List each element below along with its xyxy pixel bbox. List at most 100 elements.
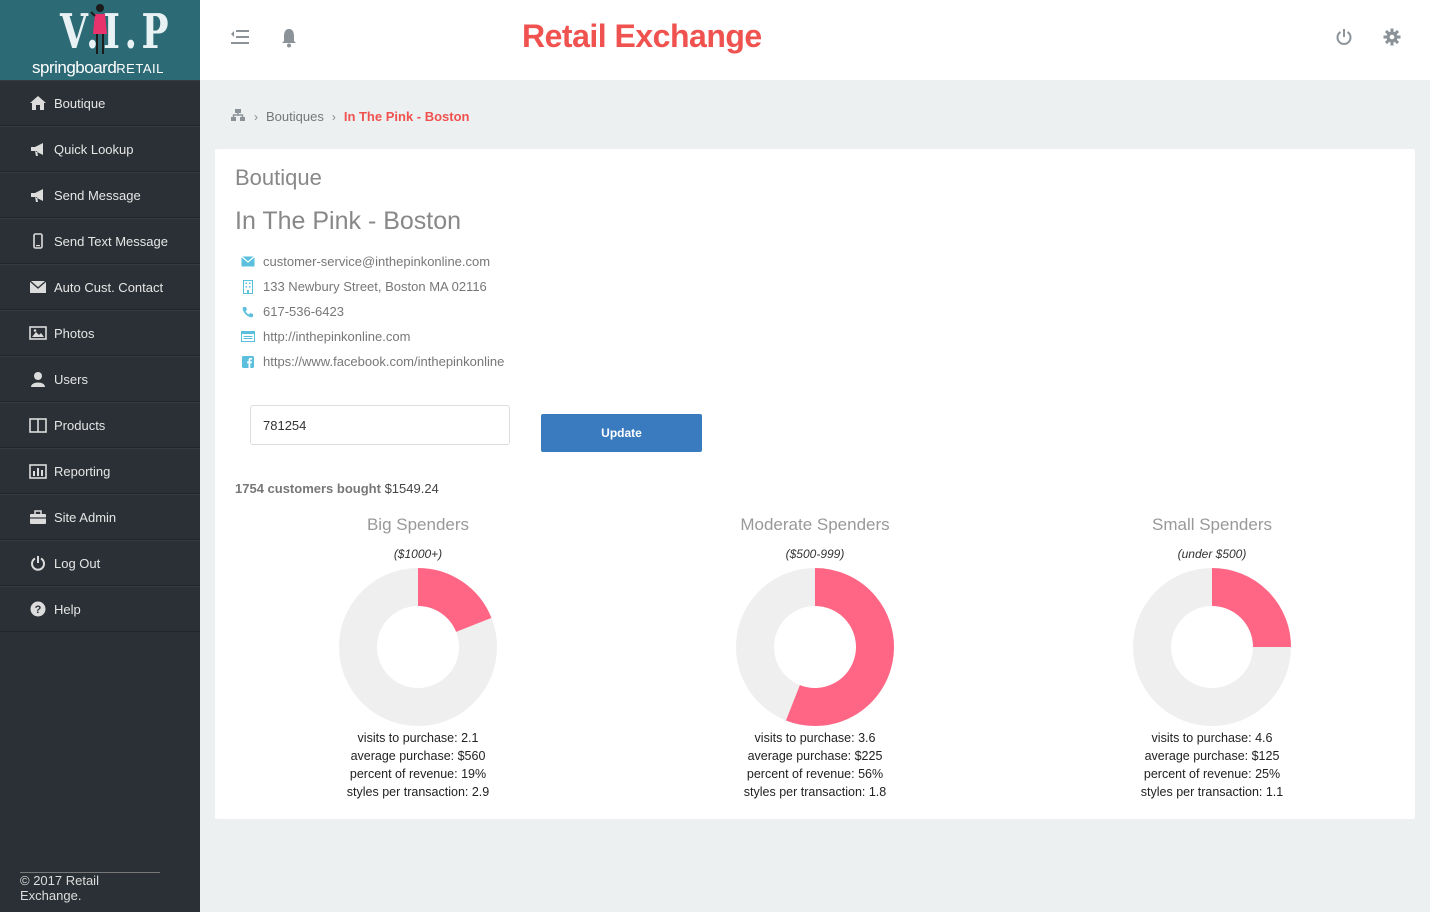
sidebar-item-label: Photos [54,325,95,341]
logo-letters: V.I.P [60,4,174,60]
notifications-bell-icon[interactable] [280,28,298,53]
sidebar-item-boutique[interactable]: Boutique [0,80,200,126]
segment-stats: visits to purchase: 4.6 average purchase… [1012,729,1412,801]
sidebar-item-label: Products [54,417,106,433]
chart-subtitle: ($1000+) [393,547,443,561]
phone-row: 617-536-6423 [241,304,344,319]
small-spenders-segment: Small Spenders (under $500) visits to pu… [1012,515,1412,801]
chart-subtitle: (under $500) [1177,547,1247,561]
chart-title: Moderate Spenders [740,515,890,534]
stat-visits: visits to purchase: 4.6 [1151,731,1273,745]
bar-chart-icon [27,463,49,479]
customers-count-text: 1754 customers bought [235,481,381,496]
chevron-right-icon: › [331,109,336,124]
copyright: © 2017 Retail Exchange. [20,872,160,903]
sidebar-item-products[interactable]: Products [0,402,200,448]
sidebar-item-users[interactable]: Users [0,356,200,402]
donut-slice[interactable] [1211,568,1291,648]
sidebar-item-log-out[interactable]: Log Out [0,540,200,586]
envelope-icon [241,256,255,267]
breadcrumb: › Boutiques › In The Pink - Boston [230,108,470,125]
big-spenders-donut-chart [339,568,497,726]
sidebar-item-label: Send Text Message [54,233,168,249]
sidebar-item-send-text-message[interactable]: Send Text Message [0,218,200,264]
mobile-phone-icon [27,233,49,249]
boutique-name: In The Pink - Boston [235,207,462,235]
breadcrumb-current: In The Pink - Boston [343,109,470,124]
sidebar-item-label: Site Admin [54,509,117,525]
section-title: Boutique [235,165,322,190]
home-icon [27,95,49,111]
stat-styles-per-transaction: styles per transaction: 1.1 [1140,785,1284,799]
facebook-icon [241,355,255,368]
sidebar-item-quick-lookup[interactable]: Quick Lookup [0,126,200,172]
user-icon [27,371,49,387]
email-link[interactable]: customer-service@inthepinkonline.com [263,254,490,269]
sidebar-item-photos[interactable]: Photos [0,310,200,356]
logo[interactable]: V.I.P springboardRETAIL [0,0,200,80]
logo-figure-icon [90,4,107,54]
sitemap-icon[interactable] [230,108,246,125]
building-icon [241,279,255,294]
briefcase-icon [27,509,49,525]
moderate-spenders-donut-chart [736,568,894,726]
address-row: 133 Newbury Street, Boston MA 02116 [241,279,487,294]
big-spenders-segment: Big Spenders ($1000+) visits to purchase… [218,515,618,801]
question-circle-icon: ? [27,601,49,617]
moderate-spenders-segment: Moderate Spenders ($500-999) visits to p… [615,515,1015,801]
sidebar-item-label: Auto Cust. Contact [54,279,164,295]
menu-toggle-icon[interactable] [230,28,250,51]
facebook-link[interactable]: https://www.facebook.com/inthepinkonline [263,354,504,369]
sidebar-item-reporting[interactable]: Reporting [0,448,200,494]
small-spenders-donut-chart [1133,568,1291,726]
sidebar-item-label: Quick Lookup [54,141,134,157]
logo-brand: springboardRETAIL [32,58,164,77]
chart-title: Small Spenders [1151,515,1272,534]
donut-slice[interactable] [417,568,492,633]
stat-average-purchase: average purchase: $125 [1144,749,1280,763]
svg-text:?: ? [35,604,42,616]
sidebar-item-label: Log Out [54,555,101,571]
stat-percent-revenue: percent of revenue: 25% [1143,767,1281,781]
phone-link[interactable]: 617-536-6423 [263,304,344,319]
sidebar-item-label: Boutique [54,95,106,111]
phone-icon [241,306,255,318]
app-title: Retail Exchange [522,18,762,54]
chart-title: Big Spenders [366,515,470,534]
sidebar-item-help[interactable]: ? Help [0,586,200,632]
stat-percent-revenue: percent of revenue: 19% [349,767,487,781]
facebook-row: https://www.facebook.com/inthepinkonline [241,354,504,369]
email-row: customer-service@inthepinkonline.com [241,254,490,269]
stat-percent-revenue: percent of revenue: 56% [746,767,884,781]
sidebar-item-label: Users [54,371,88,387]
sidebar-item-auto-cust-contact[interactable]: Auto Cust. Contact [0,264,200,310]
segment-stats: visits to purchase: 3.6 average purchase… [615,729,1015,801]
sidebar-item-site-admin[interactable]: Site Admin [0,494,200,540]
stat-visits: visits to purchase: 3.6 [754,731,876,745]
code-input[interactable] [250,405,510,445]
stat-average-purchase: average purchase: $560 [350,749,486,763]
sidebar: V.I.P springboardRETAIL Boutique Quick L… [0,0,200,912]
power-icon [27,555,49,571]
header: Retail Exchange [200,0,1430,80]
chevron-right-icon: › [254,109,258,124]
segment-stats: visits to purchase: 2.1 average purchase… [218,729,618,801]
picture-icon [27,326,49,340]
boutique-panel: Boutique In The Pink - Boston customer-s… [215,149,1415,819]
megaphone-icon [27,187,49,203]
stat-average-purchase: average purchase: $225 [747,749,883,763]
sidebar-nav: Boutique Quick Lookup Send Message Send … [0,80,200,632]
stat-styles-per-transaction: styles per transaction: 1.8 [743,785,887,799]
stat-styles-per-transaction: styles per transaction: 2.9 [346,785,490,799]
sidebar-item-send-message[interactable]: Send Message [0,172,200,218]
breadcrumb-boutiques-link[interactable]: Boutiques [266,109,324,124]
gear-icon[interactable] [1383,28,1401,51]
update-button[interactable]: Update [541,414,702,452]
browser-window-icon [241,331,255,342]
purchase-summary: 1754 customers bought $1549.24 [235,481,439,496]
power-icon[interactable] [1335,28,1353,51]
website-link[interactable]: http://inthepinkonline.com [263,329,410,344]
sidebar-item-label: Send Message [54,187,141,203]
total-amount: $1549.24 [384,481,439,496]
stat-visits: visits to purchase: 2.1 [357,731,479,745]
